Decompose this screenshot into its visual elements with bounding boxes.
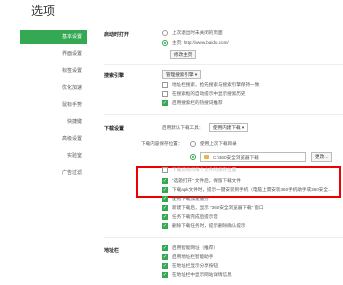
divider bbox=[104, 237, 343, 238]
download-check-4[interactable]: ✓ 新建下载后，显示 "360安全浏览器下载" 窗口 bbox=[162, 205, 264, 211]
startup-option-last[interactable]: 上次退出时未关闭的页面 bbox=[162, 30, 223, 36]
download-heading: 下载设置 bbox=[104, 126, 125, 132]
download-check-1[interactable]: ✓ "选题打开" 文件后，保留下载文件 bbox=[162, 178, 241, 184]
checkbox-checked-icon[interactable]: ✓ bbox=[162, 100, 168, 106]
sidebar-item-lab[interactable]: 实验室 bbox=[20, 149, 87, 163]
download-option-path[interactable] bbox=[190, 154, 200, 160]
download-check-3[interactable]: ✓ 使用下载加速服务 bbox=[162, 196, 209, 202]
save-location-label: 下载内容保存位置： bbox=[141, 141, 183, 146]
checkbox-icon[interactable] bbox=[162, 167, 168, 173]
startup-heading: 启动时打开 bbox=[104, 32, 130, 38]
radio-icon[interactable] bbox=[162, 30, 168, 36]
search-heading: 搜索引擎 bbox=[104, 73, 125, 79]
search-check-3[interactable]: ✓ 启用搜索栏的热搜词推荐 bbox=[162, 100, 223, 106]
checkbox-icon[interactable] bbox=[162, 82, 168, 88]
manage-search-engine-button[interactable]: 管理搜索引擎 ▾ bbox=[162, 70, 202, 79]
radio-selected-icon[interactable] bbox=[162, 40, 168, 46]
search-check-2[interactable]: 在搜索框的自动提示中显示搜索历史 bbox=[162, 91, 246, 97]
download-option-last-dir[interactable]: 使用上次下载目录 bbox=[190, 141, 237, 147]
radio-icon[interactable] bbox=[190, 141, 196, 147]
download-tool-label: 启用默认下载工具： bbox=[162, 125, 204, 130]
checkbox-icon[interactable] bbox=[162, 91, 168, 97]
change-path-button[interactable]: 更改... bbox=[311, 152, 333, 162]
sidebar-item-advanced[interactable]: 高级设置 bbox=[20, 132, 87, 146]
checkbox-checked-icon[interactable]: ✓ bbox=[162, 205, 168, 211]
download-ask-location[interactable]: 下载前询问每个文件的保存位置 bbox=[162, 167, 236, 173]
checkbox-checked-icon[interactable]: ✓ bbox=[162, 245, 168, 251]
download-check-6[interactable]: ✓ 删除下载任务时，提示删除确认提示 bbox=[162, 223, 246, 229]
download-tool-select[interactable]: 使用内建下载 ▾ bbox=[209, 123, 249, 132]
checkbox-checked-icon[interactable]: ✓ bbox=[162, 272, 168, 278]
sidebar-item-shortcuts[interactable]: 快捷键 bbox=[20, 115, 87, 129]
sidebar-item-tabs[interactable]: 标签设置 bbox=[20, 64, 87, 78]
modify-home-button[interactable]: 修改主页 bbox=[170, 50, 197, 59]
checkbox-checked-icon[interactable]: ✓ bbox=[162, 187, 168, 193]
startup-option-home[interactable]: 主页: http://www.baidu.com/ bbox=[162, 40, 229, 46]
addressbar-check-3[interactable]: ✓ 在地址栏显示分享按钮 bbox=[162, 263, 218, 269]
addressbar-check-1[interactable]: ✓ 启用智能网址（推荐） bbox=[162, 245, 218, 251]
page-title: 选项 bbox=[31, 4, 56, 18]
sidebar: 基本设置 界面设置 标签设置 优化加速 鼠标手势 快捷键 高级设置 实验室 广告… bbox=[20, 30, 87, 183]
sidebar-item-optimize[interactable]: 优化加速 bbox=[20, 81, 87, 95]
sidebar-item-adblock[interactable]: 广告过滤 bbox=[20, 166, 87, 180]
divider bbox=[104, 64, 343, 65]
checkbox-checked-icon[interactable]: ✓ bbox=[162, 263, 168, 269]
download-check-5[interactable]: ✓ 任务下载完成后提示音 bbox=[162, 214, 218, 220]
addressbar-check-4[interactable]: ✓ 在地址栏中显示网站详情信息 bbox=[162, 272, 232, 278]
radio-selected-icon[interactable] bbox=[190, 154, 196, 160]
checkbox-checked-icon[interactable]: ✓ bbox=[162, 196, 168, 202]
sidebar-item-ui[interactable]: 界面设置 bbox=[20, 47, 87, 61]
divider bbox=[104, 114, 343, 115]
download-path-input[interactable]: C:\360安全浏览器下载 bbox=[200, 152, 306, 162]
search-check-1[interactable]: 地址栏搜索，抢先搜索与搜索引擎保持一致 bbox=[162, 82, 259, 88]
checkbox-checked-icon[interactable]: ✓ bbox=[162, 214, 168, 220]
sidebar-item-basic[interactable]: 基本设置 bbox=[20, 30, 87, 44]
checkbox-checked-icon[interactable]: ✓ bbox=[162, 254, 168, 260]
addressbar-heading: 地址栏 bbox=[104, 248, 120, 254]
checkbox-checked-icon[interactable]: ✓ bbox=[162, 178, 168, 184]
download-check-2[interactable]: ✓ 下载apk文件时，提示一键安装到手机（电脑上需安装360手机助手或360安全.… bbox=[162, 187, 332, 193]
addressbar-check-2[interactable]: ✓ 启用地址栏智能助手 bbox=[162, 254, 213, 260]
sidebar-item-gestures[interactable]: 鼠标手势 bbox=[20, 98, 87, 112]
folder-icon bbox=[204, 155, 209, 159]
checkbox-checked-icon[interactable]: ✓ bbox=[162, 223, 168, 229]
